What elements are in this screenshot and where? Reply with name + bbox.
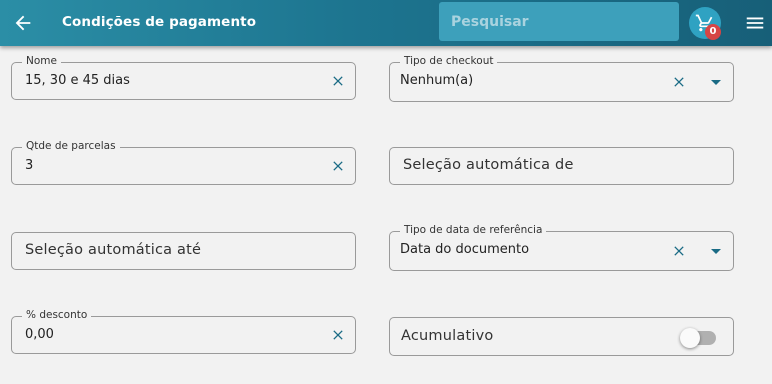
acumulativo-toggle[interactable] — [680, 328, 720, 348]
clear-qtde-parcelas-icon[interactable] — [330, 158, 346, 174]
nome-field[interactable]: Nome 15, 30 e 45 dias — [11, 55, 356, 100]
tipo-data-referencia-label: Tipo de data de referência — [400, 224, 547, 236]
selecao-automatica-ate-field[interactable]: Seleção automática até — [11, 232, 356, 270]
qtde-parcelas-field[interactable]: Qtde de parcelas 3 — [11, 140, 356, 185]
qtde-parcelas-label: Qtde de parcelas — [22, 140, 120, 152]
cart-button[interactable]: 0 — [689, 7, 721, 40]
tipo-checkout-label: Tipo de checkout — [400, 55, 498, 67]
tipo-data-referencia-value: Data do documento — [400, 242, 530, 257]
app-bar: Condições de pagamento 0 — [0, 0, 772, 46]
tipo-data-referencia-select[interactable]: Tipo de data de referência Data do docum… — [389, 224, 734, 271]
cart-count-badge: 0 — [705, 24, 721, 40]
desconto-field[interactable]: % desconto 0,00 — [11, 309, 356, 354]
acumulativo-label: Acumulativo — [401, 328, 494, 344]
arrow-left-icon — [15, 15, 31, 31]
desconto-value: 0,00 — [25, 327, 54, 342]
tipo-checkout-value: Nenhum(a) — [400, 73, 474, 88]
clear-tipo-data-icon[interactable] — [671, 243, 687, 259]
clear-tipo-checkout-icon[interactable] — [671, 74, 687, 90]
toggle-knob — [680, 328, 700, 348]
selecao-automatica-de-placeholder: Seleção automática de — [403, 157, 574, 173]
selecao-automatica-de-field[interactable]: Seleção automática de — [389, 147, 734, 185]
selecao-automatica-ate-placeholder: Seleção automática até — [25, 242, 202, 258]
clear-nome-icon[interactable] — [330, 73, 346, 89]
hamburger-menu-icon — [746, 17, 764, 29]
clear-desconto-icon[interactable] — [330, 327, 346, 343]
menu-button[interactable] — [744, 12, 766, 34]
back-button[interactable] — [12, 12, 34, 34]
chevron-down-icon[interactable] — [711, 249, 721, 254]
chevron-down-icon[interactable] — [711, 80, 721, 85]
search-input[interactable] — [439, 2, 679, 41]
nome-label: Nome — [22, 55, 61, 67]
nome-value: 15, 30 e 45 dias — [25, 73, 130, 88]
acumulativo-field: Acumulativo — [389, 317, 734, 356]
page-title: Condições de pagamento — [62, 14, 257, 30]
tipo-checkout-select[interactable]: Tipo de checkout Nenhum(a) — [389, 55, 734, 102]
qtde-parcelas-value: 3 — [25, 158, 34, 173]
desconto-label: % desconto — [22, 309, 92, 321]
